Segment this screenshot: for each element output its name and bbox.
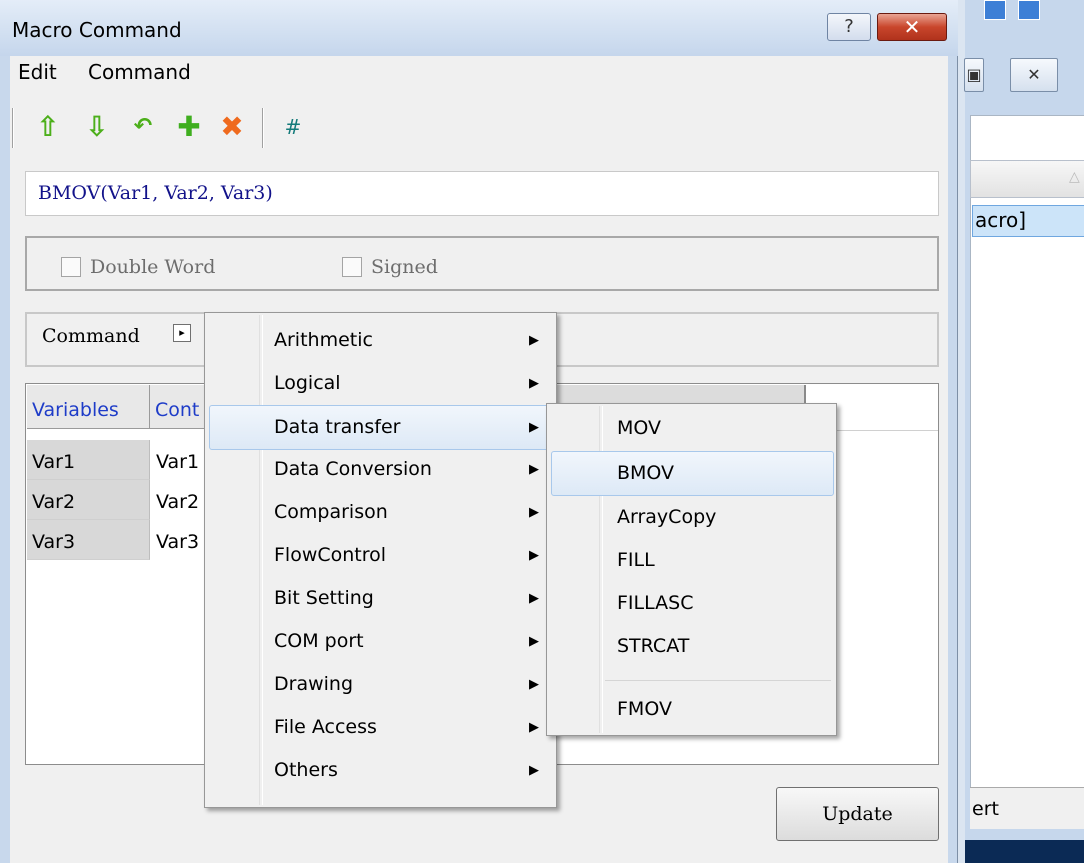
command-selector-label: Command bbox=[42, 325, 140, 347]
menu-item-data-transfer[interactable]: Data transfer ▶ bbox=[209, 405, 554, 450]
menu-item-label: Data transfer bbox=[274, 416, 401, 438]
command-category-menu: Arithmetic ▶ Logical ▶ Data transfer ▶ D… bbox=[204, 312, 557, 808]
menu-item-others[interactable]: Others ▶ bbox=[209, 749, 552, 792]
submenu-arrow-icon: ▶ bbox=[529, 333, 539, 348]
submenu-arrow-icon: ▶ bbox=[529, 720, 539, 735]
signed-label: Signed bbox=[371, 256, 438, 278]
menu-edit[interactable]: Edit bbox=[18, 60, 57, 84]
grid-header-variables[interactable]: Variables bbox=[27, 385, 150, 429]
toolbar-separator bbox=[12, 108, 14, 148]
double-word-label: Double Word bbox=[90, 256, 216, 278]
submenu-arrow-icon: ▶ bbox=[529, 462, 539, 477]
grid-row-variable[interactable]: Var2 bbox=[27, 480, 150, 520]
double-word-checkbox[interactable] bbox=[61, 257, 81, 277]
help-button[interactable]: ? bbox=[827, 13, 871, 41]
menu-item-label: Others bbox=[274, 759, 338, 781]
submenu-item-label: ArrayCopy bbox=[617, 506, 717, 528]
menu-item-label: Comparison bbox=[274, 501, 388, 523]
menu-item-com-port[interactable]: COM port ▶ bbox=[209, 620, 552, 663]
dialog-title: Macro Command bbox=[12, 18, 182, 42]
submenu-item-label: FILLASC bbox=[617, 592, 694, 614]
submenu-arrow-icon: ▶ bbox=[529, 591, 539, 606]
delete-icon[interactable]: ✖ bbox=[215, 107, 249, 147]
background-status-text: ert bbox=[970, 787, 1084, 829]
move-up-icon[interactable]: ⇧ bbox=[31, 107, 65, 147]
submenu-arrow-icon: ▶ bbox=[529, 763, 539, 778]
menu-item-file-access[interactable]: File Access ▶ bbox=[209, 706, 552, 749]
submenu-arrow-icon: ▶ bbox=[529, 376, 539, 391]
menu-item-bit-setting[interactable]: Bit Setting ▶ bbox=[209, 577, 552, 620]
submenu-arrow-icon: ▶ bbox=[529, 420, 539, 435]
toolbar-icon[interactable] bbox=[1018, 0, 1040, 20]
submenu-arrow-icon: ▶ bbox=[529, 634, 539, 649]
menu-item-drawing[interactable]: Drawing ▶ bbox=[209, 663, 552, 706]
submenu-item-label: BMOV bbox=[617, 462, 675, 484]
replace-icon[interactable]: ↶ bbox=[126, 107, 160, 147]
data-transfer-submenu: MOV BMOV ArrayCopy FILL FILLASC STRCAT F… bbox=[546, 403, 837, 736]
background-selected-item[interactable]: acro] bbox=[972, 205, 1084, 237]
submenu-separator bbox=[605, 680, 831, 681]
toolbar-icon[interactable] bbox=[984, 0, 1006, 20]
background-taskbar-strip bbox=[965, 840, 1084, 863]
signed-checkbox[interactable] bbox=[342, 257, 362, 277]
submenu-item-mov[interactable]: MOV bbox=[551, 407, 832, 450]
grid-row-variable[interactable]: Var1 bbox=[27, 440, 150, 480]
submenu-arrow-icon: ▶ bbox=[529, 505, 539, 520]
menu-item-label: Arithmetic bbox=[274, 329, 373, 351]
close-button[interactable]: ✕ bbox=[877, 13, 947, 41]
menu-item-logical[interactable]: Logical ▶ bbox=[209, 362, 552, 405]
menu-item-label: Logical bbox=[274, 372, 341, 394]
add-icon[interactable]: ✚ bbox=[172, 107, 206, 147]
grid-header-segment bbox=[556, 385, 806, 404]
grid-row-content[interactable]: Var3 bbox=[151, 520, 209, 560]
menu-item-label: File Access bbox=[274, 716, 377, 738]
submenu-arrow-icon: ▶ bbox=[529, 677, 539, 692]
number-icon[interactable]: # bbox=[276, 107, 310, 147]
toolbar-separator bbox=[262, 108, 264, 148]
command-text-field[interactable]: BMOV(Var1, Var2, Var3) bbox=[25, 171, 939, 216]
background-window: ▣ ✕ △ acro] ert bbox=[940, 0, 1084, 863]
grid-row-content[interactable]: Var1 bbox=[151, 440, 209, 480]
submenu-item-label: STRCAT bbox=[617, 635, 690, 657]
submenu-item-label: FMOV bbox=[617, 698, 672, 720]
grid-row-content[interactable]: Var2 bbox=[151, 480, 209, 520]
move-down-icon[interactable]: ⇩ bbox=[80, 107, 114, 147]
menu-item-label: Data Conversion bbox=[274, 458, 432, 480]
menu-item-label: Drawing bbox=[274, 673, 354, 695]
background-close-button[interactable]: ✕ bbox=[1010, 58, 1058, 92]
submenu-item-fill[interactable]: FILL bbox=[551, 539, 832, 582]
command-dropdown-arrow[interactable]: ▸ bbox=[173, 324, 191, 342]
update-button[interactable]: Update bbox=[776, 787, 939, 841]
menu-item-label: FlowControl bbox=[274, 544, 387, 566]
grid-header-content[interactable]: Cont bbox=[150, 385, 210, 429]
menu-command[interactable]: Command bbox=[88, 60, 191, 84]
submenu-item-bmov[interactable]: BMOV bbox=[551, 451, 834, 496]
menu-item-arithmetic[interactable]: Arithmetic ▶ bbox=[209, 319, 552, 362]
menu-item-flowcontrol[interactable]: FlowControl ▶ bbox=[209, 534, 552, 577]
background-list-header[interactable]: △ bbox=[970, 160, 1084, 198]
submenu-arrow-icon: ▶ bbox=[529, 548, 539, 563]
sort-arrow-icon: △ bbox=[1069, 169, 1080, 185]
menu-item-label: Bit Setting bbox=[274, 587, 374, 609]
submenu-item-fillasc[interactable]: FILLASC bbox=[551, 582, 832, 625]
grid-row-variable[interactable]: Var3 bbox=[27, 520, 150, 560]
submenu-item-label: MOV bbox=[617, 417, 662, 439]
submenu-item-label: FILL bbox=[617, 549, 655, 571]
submenu-item-strcat[interactable]: STRCAT bbox=[551, 625, 832, 668]
menu-item-data-conversion[interactable]: Data Conversion ▶ bbox=[209, 448, 552, 491]
submenu-item-arraycopy[interactable]: ArrayCopy bbox=[551, 496, 832, 539]
menu-item-label: COM port bbox=[274, 630, 364, 652]
menu-item-comparison[interactable]: Comparison ▶ bbox=[209, 491, 552, 534]
submenu-item-fmov[interactable]: FMOV bbox=[551, 688, 832, 731]
restore-button[interactable]: ▣ bbox=[964, 58, 984, 92]
